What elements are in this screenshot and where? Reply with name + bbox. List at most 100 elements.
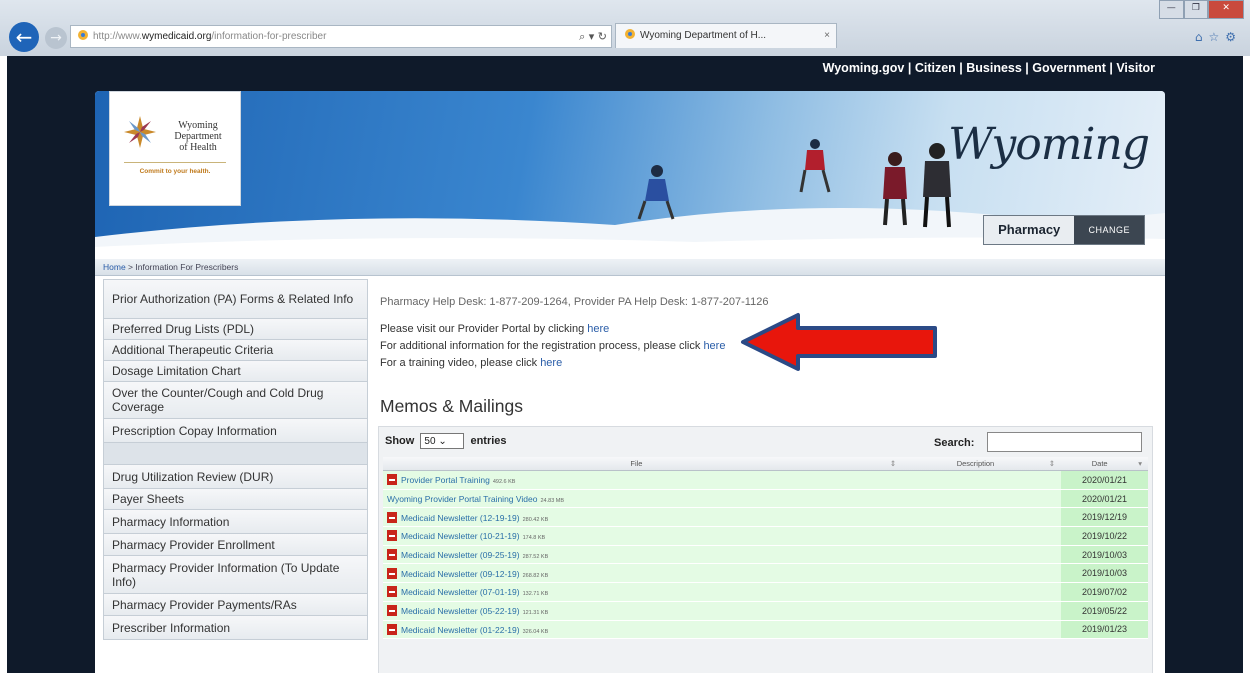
tab-favicon-icon [625,29,635,39]
sidebar-item[interactable]: Prescriber Information [103,616,368,640]
tab-title: Wyoming Department of H... [640,30,767,41]
address-bar[interactable]: http://www.wymedicaid.org/information-fo… [70,25,612,48]
sidebar-item-label: Pharmacy Information [112,514,230,529]
file-cell: Medicaid Newsletter (05-22-19) 121.31 KB [383,601,903,621]
memos-table: File ⇕ Description ⇕ Date ▾ Provider Portal… [383,457,1148,640]
file-link[interactable]: Medicaid Newsletter (07-01-19) [401,587,520,597]
pdf-icon [387,623,397,635]
breadcrumb: Home > Information For Prescribers [95,259,1165,276]
col-description[interactable]: Description ⇕ [902,457,1062,471]
description-cell [902,620,1062,640]
portal-links-block: Please visit our Provider Portal by clic… [380,321,725,372]
url-domain: wymedicaid.org [141,31,212,42]
table-header-row: File ⇕ Description ⇕ Date ▾ [383,457,1148,471]
badge-pharmacy: Pharmacy [984,216,1075,244]
forward-arrow-icon[interactable]: → [45,27,67,49]
top-nav-links[interactable]: Wyoming.gov | Citizen | Business | Gover… [823,61,1155,75]
file-cell: Provider Portal Training 492.6 KB [383,470,903,490]
wyoming-script-logo: Wyoming [948,119,1150,170]
pharmacy-change-badge: Pharmacy CHANGE [983,215,1145,245]
window-controls: — ❐ ✕ [1159,0,1245,19]
sidebar-item[interactable]: Pharmacy Provider Information (To Update… [103,556,368,594]
skier-figure [883,152,907,226]
sidebar-nav: Prior Authorization (PA) Forms & Related… [103,279,368,673]
pdf-icon [387,511,397,523]
tab-close-icon[interactable]: × [824,24,830,48]
description-cell [902,470,1062,490]
logo-tagline: Commit to your health. [139,168,211,175]
date-cell: 2019/10/03 [1061,563,1148,584]
sidebar-item[interactable]: Pharmacy Provider Enrollment [103,534,368,556]
site-favicon-icon [78,30,88,40]
sidebar-item[interactable]: Pharmacy Provider Payments/RAs [103,594,368,616]
wdh-logo-star-icon [124,116,156,148]
breadcrumb-home-link[interactable]: Home [103,262,126,272]
col-file[interactable]: File ⇕ [383,457,903,471]
help-desk-phones: Pharmacy Help Desk: 1-877-209-1264, Prov… [380,296,769,308]
file-link[interactable]: Wyoming Provider Portal Training Video [387,494,537,504]
sidebar-item[interactable]: Payer Sheets [103,489,368,510]
file-link[interactable]: Medicaid Newsletter (01-22-19) [401,625,520,635]
browser-chrome: ← → http://www.wymedicaid.org/informatio… [0,0,1250,56]
memos-heading: Memos & Mailings [380,396,523,416]
file-link[interactable]: Provider Portal Training [401,475,490,485]
maximize-icon[interactable]: ❐ [1183,0,1209,19]
sidebar-item[interactable]: Pharmacy Information [103,510,368,534]
browser-tab[interactable]: Wyoming Department of H... × [615,23,837,48]
sidebar-item[interactable]: Over the Counter/Cough and Cold Drug Cov… [103,382,368,419]
badge-change: CHANGE [1074,216,1144,244]
file-size: 24.83 MB [540,497,565,504]
col-date[interactable]: Date ▾ [1061,457,1148,471]
back-arrow-icon[interactable]: ← [9,22,39,52]
file-link[interactable]: Medicaid Newsletter (10-21-19) [401,531,520,541]
file-size: 132.71 KB [522,591,549,598]
description-cell [902,582,1062,602]
file-cell: Medicaid Newsletter (12-19-19) 280.42 KB [383,507,903,528]
col-file-label: File [630,459,643,468]
table-row: Medicaid Newsletter (09-12-19) 268.82 KB 2… [383,563,1148,584]
wdh-logo[interactable]: Wyoming Department of Health Commit to y… [109,91,241,206]
sidebar-item[interactable]: Dosage Limitation Chart [103,361,368,382]
training-video-link[interactable]: here [540,357,562,369]
col-date-label: Date [1091,459,1108,468]
sidebar-item[interactable]: Drug Utilization Review (DUR) [103,465,368,489]
file-size: 326.04 KB [522,628,549,635]
sidebar-item[interactable]: Prescription Copay Information [103,419,368,443]
sidebar-item-label: Pharmacy Provider Payments/RAs [112,597,297,612]
file-link[interactable]: Medicaid Newsletter (09-12-19) [401,569,520,579]
date-cell: 2019/05/22 [1061,601,1148,621]
file-cell: Medicaid Newsletter (01-22-19) 326.04 KB [383,620,903,640]
registration-info-link[interactable]: here [703,340,725,352]
home-favorites-settings-icons[interactable]: ⌂☆⚙ [1195,30,1242,44]
sidebar-item[interactable]: Additional Therapeutic Criteria [103,340,368,361]
sidebar-item-label: Preferred Drug Lists (PDL) [112,322,255,336]
logo-divider [124,162,226,163]
show-label: Show [385,434,415,447]
description-cell [902,545,1062,565]
file-link[interactable]: Medicaid Newsletter (09-25-19) [401,550,520,560]
close-window-icon[interactable]: ✕ [1208,0,1245,19]
file-cell: Medicaid Newsletter (09-12-19) 268.82 KB [383,563,903,584]
minimize-icon[interactable]: — [1159,0,1184,19]
sidebar-item-label: Payer Sheets [112,492,185,506]
memos-table-body: Provider Portal Training 492.6 KB 2020/01/… [383,470,1148,640]
entries-select[interactable]: 50 ⌄ [420,433,465,449]
description-cell [902,563,1062,584]
description-cell [902,507,1062,528]
file-size: 492.6 KB [492,479,516,486]
search-input[interactable] [987,432,1142,452]
provider-portal-link[interactable]: here [587,323,609,335]
file-link[interactable]: Medicaid Newsletter (05-22-19) [401,606,520,616]
sidebar-item[interactable]: Prior Authorization (PA) Forms & Related… [103,279,368,319]
pdf-icon [387,567,397,579]
sort-icon: ⇕ [1048,459,1056,468]
chevron-down-icon: ⌄ [438,436,447,447]
training-video-text: For a training video, please click [380,357,541,369]
file-link[interactable]: Medicaid Newsletter (12-19-19) [401,513,520,523]
file-size: 287.52 KB [522,554,549,561]
address-controls-icons[interactable]: ⌕ ▾ ↻ [579,26,607,47]
skier-figure [637,165,675,220]
file-cell: Medicaid Newsletter (09-25-19) 287.52 KB [383,545,903,565]
sidebar-item[interactable]: Preferred Drug Lists (PDL) [103,319,368,340]
logo-text: Wyoming Department of Health [162,120,234,153]
